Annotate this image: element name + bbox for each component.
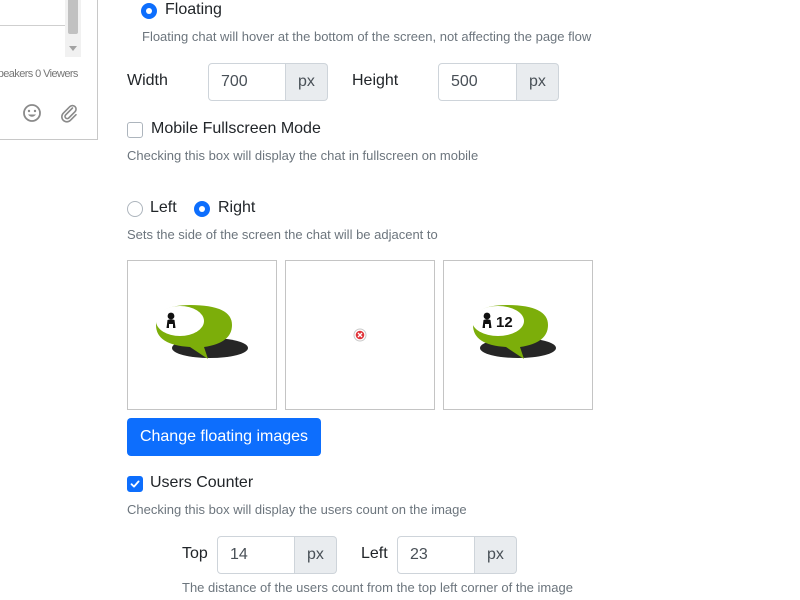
users-counter-checkbox[interactable] — [127, 476, 143, 492]
width-unit: px — [286, 63, 328, 101]
width-label: Width — [127, 72, 168, 89]
users-counter-label: Users Counter — [150, 474, 254, 491]
smiley-icon[interactable] — [21, 102, 43, 124]
paperclip-icon[interactable] — [58, 102, 80, 124]
floating-image-active[interactable] — [285, 260, 435, 410]
width-input[interactable]: 700 — [208, 63, 286, 101]
preview-viewers-count: Speakers 0 Viewers — [0, 68, 78, 80]
mobile-fullscreen-label: Mobile Fullscreen Mode — [151, 120, 321, 137]
top-offset-input-group: 14 px — [217, 536, 337, 574]
height-unit: px — [517, 63, 559, 101]
change-floating-images-button[interactable]: Change floating images — [127, 418, 321, 456]
chat-bubble-image — [156, 305, 248, 359]
top-offset-input[interactable]: 14 — [217, 536, 295, 574]
side-left-label: Left — [150, 199, 177, 216]
side-right-label: Right — [218, 199, 256, 216]
top-offset-unit: px — [295, 536, 337, 574]
chat-bubble-counter-image: 12 — [472, 305, 556, 359]
left-offset-label: Left — [361, 545, 388, 562]
chat-message-input[interactable] — [0, 0, 66, 26]
side-left-radio[interactable] — [127, 201, 143, 217]
mobile-fullscreen-checkbox[interactable] — [127, 122, 143, 138]
scrollbar-thumb[interactable] — [68, 0, 78, 34]
floating-radio[interactable] — [141, 3, 157, 19]
left-offset-input[interactable]: 23 — [397, 536, 475, 574]
floating-image-counter[interactable]: 12 — [443, 260, 593, 410]
width-input-group: 700 px — [208, 63, 328, 101]
settings-page: Speakers 0 Viewers Floating Floating cha… — [0, 0, 800, 600]
left-offset-input-group: 23 px — [397, 536, 517, 574]
mobile-fullscreen-help: Checking this box will display the chat … — [127, 148, 479, 163]
checkmark-icon — [130, 480, 140, 488]
height-label: Height — [352, 72, 399, 89]
users-counter-help: Checking this box will display the users… — [127, 502, 467, 517]
floating-image-default[interactable] — [127, 260, 277, 410]
chat-preview-panel: Speakers 0 Viewers — [0, 0, 98, 140]
users-count-text: 12 — [496, 314, 513, 331]
side-right-radio[interactable] — [194, 201, 210, 217]
floating-help-text: Floating chat will hover at the bottom o… — [142, 29, 592, 44]
counter-position-help: The distance of the users count from the… — [182, 580, 573, 595]
scroll-down-arrow-icon[interactable] — [69, 46, 77, 51]
side-help-text: Sets the side of the screen the chat wil… — [127, 227, 438, 242]
floating-label: Floating — [165, 1, 222, 18]
height-input-group: 500 px — [438, 63, 559, 101]
left-offset-unit: px — [475, 536, 517, 574]
preview-scrollbar[interactable] — [65, 0, 81, 57]
broken-image-icon — [353, 328, 367, 342]
top-offset-label: Top — [182, 545, 208, 562]
height-input[interactable]: 500 — [438, 63, 517, 101]
